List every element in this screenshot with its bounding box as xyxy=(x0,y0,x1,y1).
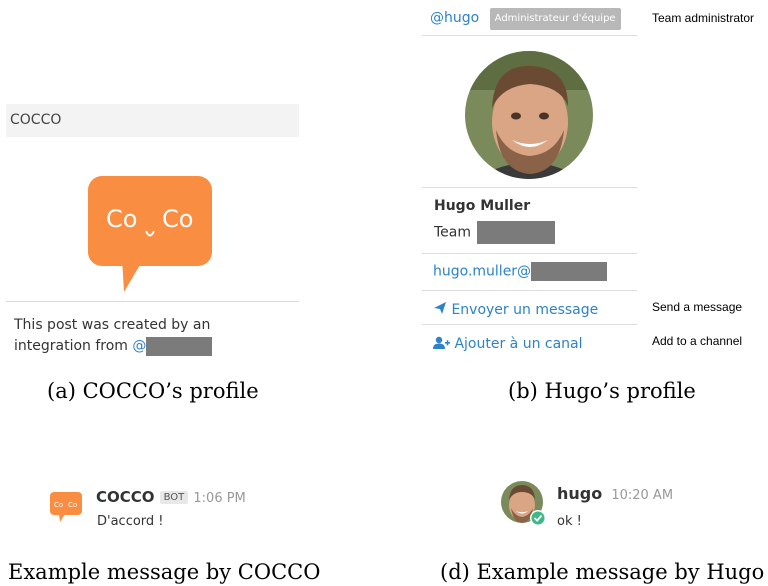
add-channel-annotation: Add to a channel xyxy=(652,334,743,348)
profile-team: Team xyxy=(434,221,556,244)
hugo-message-avatar xyxy=(500,480,548,532)
email-prefix: hugo.muller@ xyxy=(433,263,532,280)
bot-badge: BOT xyxy=(159,491,189,504)
send-message-label: Envoyer un message xyxy=(451,302,599,318)
divider xyxy=(422,253,637,254)
paper-plane-icon xyxy=(434,302,446,314)
profile-email-link[interactable]: hugo.muller@ xyxy=(433,262,608,281)
divider xyxy=(422,290,637,291)
caption-a: (a) COCCO’s profile xyxy=(47,379,259,403)
message-author[interactable]: hugo xyxy=(557,484,602,503)
message-text: D'accord ! xyxy=(97,514,164,529)
profile-full-name: Hugo Muller xyxy=(434,198,531,214)
divider xyxy=(422,35,637,36)
cocco-profile-header: COCCO xyxy=(6,104,299,137)
integration-owner-link[interactable]: @ xyxy=(132,336,213,356)
redacted-username xyxy=(146,336,213,356)
divider xyxy=(422,324,637,325)
cocco-logo: Co Co xyxy=(88,176,214,298)
hugo-avatar xyxy=(464,50,594,184)
cocco-message-header: COCCO BOT 1:06 PM xyxy=(96,487,246,506)
hugo-message-header: hugo 10:20 AM xyxy=(557,484,673,503)
message-time[interactable]: 1:06 PM xyxy=(193,491,245,506)
caption-d: (d) Example message by Hugo xyxy=(440,560,765,584)
message-text: ok ! xyxy=(557,514,582,529)
role-badge: Administrateur d'équipe xyxy=(489,8,621,30)
cocco-message-avatar: Co Co xyxy=(50,490,82,526)
profile-handle-row: @hugo Administrateur d'équipe xyxy=(430,8,621,30)
integration-description: This post was created by an integration … xyxy=(14,315,274,357)
message-author[interactable]: COCCO xyxy=(96,488,155,506)
message-time[interactable]: 10:20 AM xyxy=(611,488,673,503)
redacted-team-name xyxy=(477,221,556,244)
redacted-email-domain xyxy=(531,262,608,281)
check-circle-icon xyxy=(531,511,545,525)
at-sign: @ xyxy=(132,338,147,354)
send-message-annotation: Send a message xyxy=(652,300,743,314)
add-to-channel-button[interactable]: Ajouter à un canal xyxy=(433,336,583,352)
divider xyxy=(6,301,299,302)
send-message-button[interactable]: Envoyer un message xyxy=(433,301,598,318)
add-user-icon xyxy=(433,336,450,349)
team-label: Team xyxy=(434,224,472,241)
svg-text:Co: Co xyxy=(162,205,193,233)
role-annotation: Team administrator xyxy=(652,11,755,25)
divider xyxy=(422,187,637,188)
svg-text:Co: Co xyxy=(68,501,77,509)
username-link[interactable]: @hugo xyxy=(430,10,479,26)
svg-text:Co: Co xyxy=(54,501,63,509)
caption-c: Example message by COCCO xyxy=(8,560,321,584)
add-to-channel-label: Ajouter à un canal xyxy=(454,336,583,352)
svg-text:Co: Co xyxy=(106,205,137,233)
caption-b: (b) Hugo’s profile xyxy=(508,379,696,403)
